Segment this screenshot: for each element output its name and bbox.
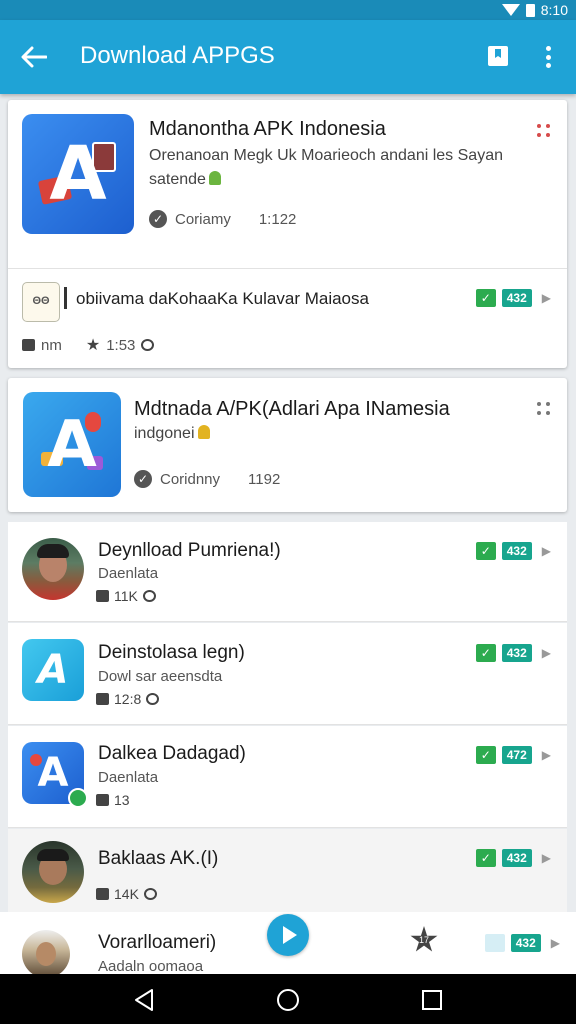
- app-stats: 14K: [96, 886, 157, 902]
- check-badge-icon[interactable]: ✓: [475, 542, 496, 560]
- app-title: Dalkea Dadagad): [98, 743, 246, 764]
- download-count-badge[interactable]: 432: [501, 849, 532, 867]
- download-icon: [96, 590, 109, 602]
- app-title: Vorarlloameri): [98, 932, 217, 953]
- clock-icon: [141, 339, 155, 351]
- featured-description-2: indgonei: [134, 422, 210, 446]
- download-count-badge[interactable]: 432: [501, 542, 532, 560]
- thumb-icon: [96, 888, 109, 900]
- list-item[interactable]: A Deinstolasa legn) Dowl sar aeensdta 12…: [8, 623, 567, 725]
- leaf-icon: [208, 171, 221, 185]
- featured-meta-2: ✓ Coridnny 1192: [134, 470, 280, 488]
- app-bar: Download APPGS: [0, 20, 576, 94]
- nav-back-icon[interactable]: [132, 988, 156, 1012]
- clock-icon: [142, 590, 156, 602]
- chevron-right-icon[interactable]: ▶: [542, 646, 551, 660]
- download-count-badge[interactable]: 432: [501, 644, 532, 662]
- bookmark-icon[interactable]: [486, 44, 510, 68]
- play-icon: [283, 926, 297, 944]
- promo-title: obiivama daKohaaKa Kulavar Maiaosa: [76, 289, 369, 308]
- featured-status: Coriamy: [175, 210, 231, 228]
- list-item[interactable]: A Dalkea Dadagad) Daenlata 13 ✓ 472 ▶: [8, 726, 567, 828]
- promo-row[interactable]: ΘΘ obiivama daKohaaKa Kulavar Maiaosa ✓ …: [8, 269, 567, 368]
- options-icon[interactable]: [537, 402, 551, 416]
- play-button[interactable]: [267, 914, 309, 956]
- app-stats: 12:8: [96, 691, 160, 707]
- featured-app-icon-2: A: [23, 392, 121, 497]
- avatar: [22, 930, 70, 978]
- navigation-bar: [0, 974, 576, 1024]
- status-time: 8:10: [540, 2, 568, 18]
- download-count-badge[interactable]: 432: [510, 934, 541, 952]
- thumb-icon: [22, 339, 35, 351]
- featured-count: 1:122: [258, 210, 297, 228]
- clock-icon: [146, 693, 160, 705]
- avatar: [22, 538, 84, 600]
- featured-card-2[interactable]: A Mdtnada A/PK(Adlari Apa INamesia indgo…: [8, 378, 567, 512]
- nav-recents-icon[interactable]: [420, 988, 444, 1012]
- thumb-icon: [96, 693, 109, 705]
- check-badge-icon[interactable]: ✓: [475, 746, 496, 764]
- check-circle-icon: ✓: [149, 210, 167, 228]
- featured-card-1[interactable]: A Mdanontha APK Indonesia Orenanoan Megk…: [8, 100, 567, 368]
- more-vert-icon[interactable]: [540, 44, 556, 70]
- download-count-badge[interactable]: 472: [501, 746, 532, 764]
- app-subtitle: Aadaln oomaoa: [98, 958, 204, 975]
- chevron-right-icon[interactable]: ▶: [542, 291, 551, 305]
- leaf-icon: [197, 425, 210, 439]
- chevron-right-icon[interactable]: ▶: [542, 748, 551, 762]
- app-title: Deinstolasa legn): [98, 642, 245, 663]
- check-badge-icon[interactable]: [484, 934, 505, 952]
- app-icon: A: [22, 742, 88, 808]
- options-icon[interactable]: [537, 124, 551, 138]
- app-stats: 13: [96, 792, 130, 808]
- battery-icon: [525, 3, 535, 17]
- chevron-right-icon[interactable]: ▶: [542, 544, 551, 558]
- check-badge-icon[interactable]: ✓: [475, 849, 496, 867]
- app-subtitle: Daenlata: [98, 565, 159, 582]
- app-stats: 11K: [96, 588, 156, 604]
- star-icon: ★: [85, 337, 101, 354]
- app-title: Deynlload Pumriena!): [98, 540, 281, 561]
- featured-app-icon: A: [22, 114, 134, 234]
- download-icon: [96, 794, 109, 806]
- check-circle-icon: ✓: [134, 470, 152, 488]
- promo-app-icon: ΘΘ: [22, 282, 60, 322]
- download-count-badge[interactable]: 432: [501, 289, 532, 307]
- wifi-icon: [501, 4, 520, 16]
- list-item[interactable]: Baklaas AK.(I) 14K ✓ 432 ▶: [8, 829, 567, 913]
- app-subtitle: Dowl sar aeensdta: [98, 668, 223, 685]
- app-title: Baklaas AK.(I): [98, 848, 219, 869]
- list-item[interactable]: Deynlload Pumriena!) Daenlata 11K ✓ 432 ▶: [8, 522, 567, 622]
- nav-home-icon[interactable]: [276, 988, 300, 1012]
- avatar: [22, 841, 84, 903]
- check-badge-icon[interactable]: ✓: [475, 644, 496, 662]
- featured-description: Orenanoan Megk Uk Moarieoch andani les S…: [149, 147, 503, 188]
- clock-icon: [143, 888, 157, 900]
- page-title: Download APPGS: [80, 42, 275, 69]
- featured-meta: ✓ Coriamy 1:122: [149, 210, 296, 228]
- app-icon: A: [22, 639, 84, 701]
- promo-meta: nm ★ 1:53: [22, 335, 155, 355]
- chevron-right-icon[interactable]: ▶: [551, 936, 560, 950]
- app-subtitle: Daenlata: [98, 769, 159, 786]
- check-badge-icon[interactable]: ✓: [475, 289, 496, 307]
- chevron-right-icon[interactable]: ▶: [542, 851, 551, 865]
- star-badge-icon[interactable]: 17: [410, 926, 438, 952]
- featured-title-2: Mdtnada A/PK(Adlari Apa INamesia: [134, 398, 450, 420]
- status-bar: 8:10: [0, 0, 576, 20]
- back-arrow-icon[interactable]: [18, 41, 50, 73]
- featured-title: Mdanontha APK Indonesia: [149, 118, 386, 140]
